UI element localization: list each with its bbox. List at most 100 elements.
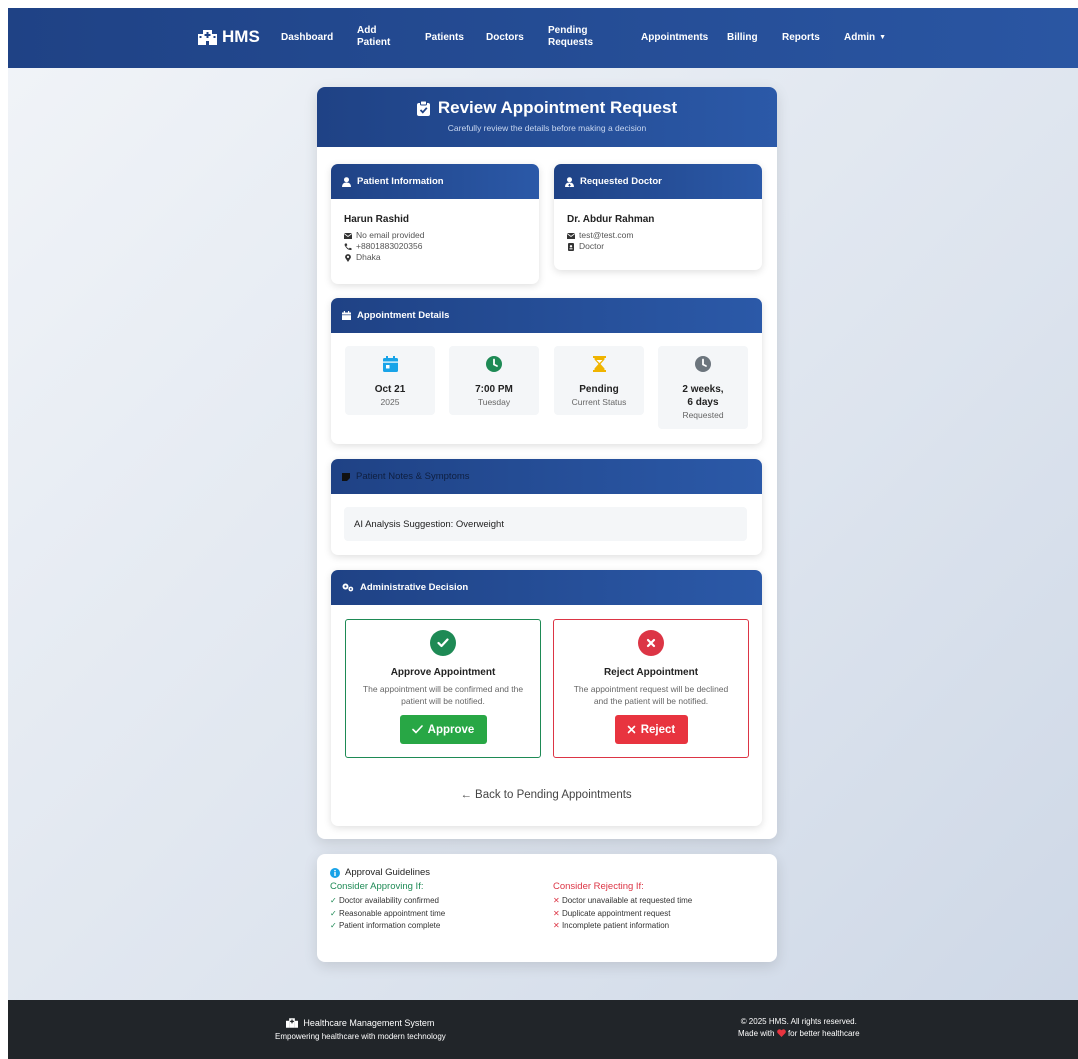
navbar: HMS Dashboard Add Patient Patients Docto…: [8, 8, 1078, 68]
reject-guidelines: Consider Rejecting If: ✕ Doctor unavaila…: [553, 881, 692, 933]
patient-email-row: No email provided: [344, 230, 539, 241]
requested-ago-days: 6 days: [687, 397, 719, 408]
footer-brand: Healthcare Management System Empowering …: [275, 1016, 446, 1044]
times-icon: [627, 725, 636, 734]
approve-title: Approve Appointment: [390, 667, 496, 678]
nav-billing[interactable]: Billing: [727, 32, 758, 44]
reject-guideline-text: Incomplete patient information: [561, 921, 670, 930]
patient-notes-panel: Patient Notes & Symptoms AI Analysis Sug…: [331, 459, 762, 555]
decision-panel: Administrative Decision Approve Appointm…: [331, 570, 762, 826]
approve-check-circle: [430, 630, 456, 656]
approve-guideline-text: Reasonable appointment time: [338, 908, 446, 918]
reject-description: The appointment request will be declined…: [573, 684, 729, 706]
heart-icon: [776, 1029, 786, 1037]
patient-phone-row: +8801883020356: [344, 241, 539, 252]
made-with-suffix: for better healthcare: [787, 1029, 860, 1038]
doctor-info-heading: Requested Doctor: [554, 164, 762, 199]
footer-tagline: Empowering healthcare with modern techno…: [275, 1032, 446, 1041]
footer-copyright: © 2025 HMS. All rights reserved.: [740, 1017, 857, 1026]
back-to-pending-link[interactable]: ← Back to Pending Appointments: [331, 789, 761, 801]
reject-guideline-text: Duplicate appointment request: [561, 908, 671, 918]
hourglass-icon: [592, 356, 606, 372]
times-icon: ✕: [553, 921, 562, 930]
nav-appointments[interactable]: Appointments: [641, 32, 708, 44]
reject-guideline-text: Doctor unavailable at requested time: [561, 896, 693, 905]
appointment-weekday: Tuesday: [477, 397, 511, 407]
patient-location: Dhaka: [356, 252, 381, 262]
footer-copyright-block: © 2025 HMS. All rights reserved. Made wi…: [738, 1016, 860, 1040]
nav-add-patient[interactable]: Add Patient: [357, 25, 397, 49]
patient-info-heading: Patient Information: [331, 164, 539, 199]
approval-guidelines-card: Approval Guidelines Consider Approving I…: [317, 854, 777, 962]
doctor-email: test@test.com: [579, 230, 634, 240]
appointment-date: Oct 21: [374, 384, 406, 395]
calendar-icon: [342, 311, 351, 320]
brand-name: HMS: [222, 27, 260, 46]
cogs-icon: [342, 583, 354, 592]
approve-button-label: Approve: [427, 723, 475, 736]
patient-email: No email provided: [356, 230, 425, 240]
made-with-prefix: Made with: [738, 1029, 775, 1038]
page-frame: HMS Dashboard Add Patient Patients Docto…: [8, 8, 1078, 1059]
patient-notes-heading: Patient Notes & Symptoms: [331, 459, 762, 494]
approve-button[interactable]: Approve: [399, 715, 487, 744]
requested-label: Requested: [682, 410, 724, 420]
brand-logo[interactable]: HMS: [198, 27, 260, 47]
reject-button-label: Reject: [640, 723, 676, 736]
doctor-info-panel: Requested Doctor Dr. Abdur Rahman test@t…: [554, 164, 762, 270]
decision-heading-label: Administrative Decision: [360, 582, 469, 593]
user-icon: [342, 176, 351, 187]
status-tile: Pending Current Status: [554, 346, 644, 415]
requested-ago-weeks: 2 weeks,: [682, 384, 724, 395]
patient-location-row: Dhaka: [344, 252, 539, 263]
patient-info-panel: Patient Information Harun Rashid No emai…: [331, 164, 539, 284]
hospital-icon: [198, 29, 217, 45]
patient-notes-heading-label: Patient Notes & Symptoms: [356, 471, 470, 482]
reject-guideline-item: ✕ Duplicate appointment request: [553, 908, 692, 921]
approve-guideline-item: ✓ Doctor availability confirmed: [330, 895, 445, 908]
date-tile: Oct 21 2025: [345, 346, 435, 415]
nav-admin-dropdown[interactable]: Admin ▼: [844, 32, 886, 44]
doctor-role: Doctor: [579, 241, 605, 251]
review-header: Review Appointment Request Carefully rev…: [317, 87, 777, 147]
times-icon: [646, 638, 656, 648]
check-icon: ✓: [330, 921, 339, 930]
envelope-icon: [344, 232, 352, 239]
approve-description: The appointment will be confirmed and th…: [362, 684, 524, 706]
time-tile: 7:00 PM Tuesday: [449, 346, 539, 415]
history-icon: [695, 356, 711, 372]
page-subtitle: Carefully review the details before maki…: [447, 123, 647, 133]
requested-ago: 2 weeks, 6 days: [658, 383, 748, 409]
approve-guideline-item: ✓ Patient information complete: [330, 920, 445, 933]
doctor-email-row: test@test.com: [567, 230, 762, 241]
appointment-year: 2025: [380, 397, 400, 407]
approve-guidelines-heading: Consider Approving If:: [330, 881, 424, 892]
phone-icon: [344, 243, 352, 250]
times-icon: ✕: [553, 908, 562, 918]
reject-guideline-item: ✕ Doctor unavailable at requested time: [553, 895, 692, 908]
times-icon: ✕: [553, 896, 562, 905]
calendar-icon: [382, 356, 398, 372]
footer-title: Healthcare Management System: [303, 1018, 435, 1028]
check-icon: [437, 638, 449, 648]
clipboard-check-icon: [416, 100, 430, 116]
nav-reports[interactable]: Reports: [782, 32, 820, 44]
check-icon: ✓: [330, 908, 339, 918]
requested-ago-tile: 2 weeks, 6 days Requested: [658, 346, 748, 429]
guidelines-heading-label: Approval Guidelines: [345, 867, 431, 878]
review-card: Review Appointment Request Carefully rev…: [317, 87, 777, 839]
check-icon: ✓: [330, 896, 339, 905]
patient-phone: +8801883020356: [356, 241, 423, 251]
appointment-details-heading: Appointment Details: [331, 298, 762, 333]
nav-dashboard[interactable]: Dashboard: [281, 32, 333, 44]
nav-patients[interactable]: Patients: [425, 32, 464, 44]
reject-guidelines-heading: Consider Rejecting If:: [553, 881, 644, 892]
check-icon: [411, 725, 423, 734]
doctor-info-heading-label: Requested Doctor: [580, 176, 662, 187]
nav-pending-requests[interactable]: Pending Requests: [548, 25, 603, 49]
appointment-status-label: Current Status: [571, 397, 627, 407]
map-marker-icon: [345, 253, 351, 262]
reject-button[interactable]: Reject: [614, 715, 688, 744]
nav-doctors[interactable]: Doctors: [486, 32, 524, 44]
approve-guideline-text: Doctor availability confirmed: [338, 896, 439, 905]
